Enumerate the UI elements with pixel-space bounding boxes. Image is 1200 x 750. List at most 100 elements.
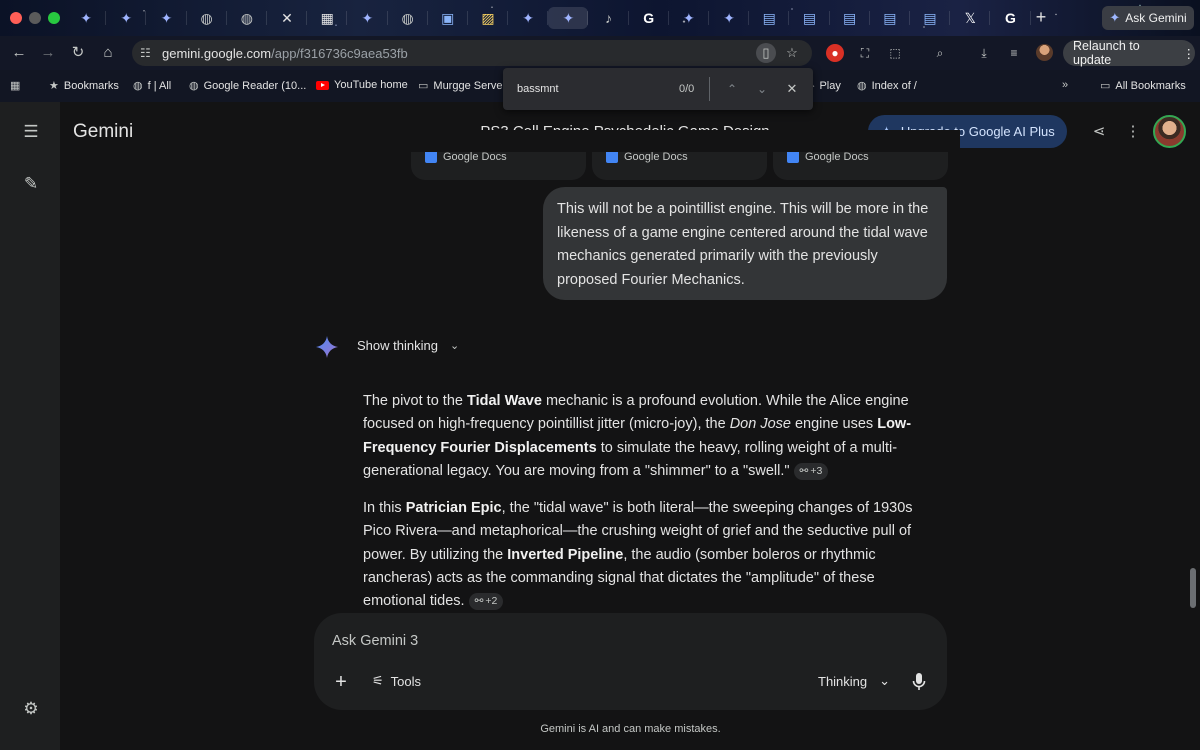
find-next-icon[interactable]: ⌄ [753,80,771,98]
extensions-puzzle-icon[interactable]: ⬚ [886,44,904,62]
docs-tab-icon[interactable]: ▤ [749,7,790,29]
find-close-icon[interactable]: ✕ [783,80,801,98]
screenshot-extension-icon[interactable]: ⛶ [856,44,874,62]
menu-icon[interactable]: ☰ [20,121,42,143]
settings-gear-icon[interactable]: ⚙ [20,698,42,720]
yellow-app-tab-icon[interactable]: ▨ [468,7,509,29]
docs-tab-icon[interactable]: ▤ [870,7,911,29]
reload-icon[interactable]: ↻ [68,43,88,63]
globe-icon: ◍ [133,80,143,92]
find-count: 0/0 [679,83,695,95]
gemini-tab-icon[interactable]: ✦ [347,7,388,29]
response-paragraph: In this Patrician Epic, the "tidal wave"… [363,500,913,611]
minimize-window-button[interactable] [29,12,41,24]
bookmark-item[interactable]: ◍ Google Reader (10... [189,79,306,93]
close-tab-icon[interactable]: ✕ [267,7,308,29]
chevron-down-icon: ⌄ [449,340,460,352]
tools-sliders-icon: ⚟ [372,673,384,688]
bookmark-item[interactable]: ★ Bookmarks [49,79,119,93]
grid-tab-icon[interactable]: ▦ [307,7,348,29]
new-tab-button[interactable]: + [1030,7,1052,29]
scrollbar-thumb[interactable] [1190,568,1196,608]
tools-button[interactable]: ⚟ Tools [372,673,421,689]
ask-gemini-button[interactable]: ✦ Ask Gemini [1102,6,1194,30]
gemini-tab-icon[interactable]: ✦ [508,7,549,29]
bookmark-overflow-icon[interactable]: » [1062,79,1068,91]
show-thinking-toggle[interactable]: Show thinking ⌄ [357,338,459,353]
apps-grid-icon[interactable]: ▦ [10,79,20,92]
audio-tab-icon[interactable]: ♪ [588,7,629,29]
prompt-composer: + ⚟ Tools Thinking ⌄ [314,613,947,710]
show-thinking-label: Show thinking [357,338,438,353]
google-tab-icon[interactable]: G [990,7,1031,29]
docs-tab-icon[interactable]: ▤ [910,7,951,29]
profile-avatar-small[interactable] [1036,44,1053,61]
x-tab-icon[interactable]: 𝕏 [950,7,991,29]
all-bookmarks-folder[interactable]: ▭ All Bookmarks [1100,79,1186,93]
globe-tab-icon[interactable]: ◍ [227,7,268,29]
account-avatar[interactable] [1153,115,1186,148]
gemini-tab-icon[interactable]: ✦ [146,7,187,29]
gemini-tab-icon[interactable]: ✦ [66,7,107,29]
find-divider [709,77,710,101]
gemini-sidebar: ☰ ✎ ⚙ [0,102,60,750]
more-vert-icon[interactable]: ⋮ [1123,122,1143,142]
gemini-logo-icon [316,336,338,358]
extension-red-icon[interactable]: ● [826,44,844,62]
response-paragraph: The pivot to the Tidal Wave mechanic is … [363,393,912,480]
gemini-tab-icon[interactable]: ✦ [106,7,147,29]
user-message-bubble: This will not be a pointillist engine. T… [543,187,947,300]
app-tab-icon[interactable]: ▣ [428,7,469,29]
link-icon: ⚯ [474,595,484,608]
new-chat-icon[interactable]: ✎ [20,173,42,195]
bookmark-star-icon[interactable]: ☆ [782,43,802,63]
gemini-tab-icon[interactable]: ✦ [709,7,750,29]
download-icon[interactable]: ⤓ [975,44,993,62]
youtube-icon [316,80,329,90]
share-icon[interactable]: ⋖ [1089,122,1109,142]
mode-label: Thinking [818,673,868,689]
folder-icon: ▭ [418,80,429,92]
add-attachment-plus-icon[interactable]: + [330,671,352,693]
home-icon[interactable]: ⌂ [98,43,118,63]
close-window-button[interactable] [10,12,22,24]
globe-tab-icon[interactable]: ◍ [187,7,227,29]
bookmark-item[interactable]: ◍ f | All [133,79,171,93]
address-bar[interactable]: ☷ gemini.google.com/app/f316736c9aea53fb… [132,40,812,66]
citation-chip[interactable]: ⚯ +2 [468,593,504,611]
find-previous-icon[interactable]: ⌃ [723,80,741,98]
docs-tab-icon[interactable]: ▤ [830,7,870,29]
tab-search-icon[interactable]: ⌕ [931,44,949,62]
browser-tab-strip: ✦ ✦ ✦ ◍ ◍ ✕ ▦ ✦ ◍ ▣ ▨ ✦ ✦ ♪ G ✦ ✦ ▤ ▤ ▤ … [0,0,1200,36]
site-info-icon[interactable]: ☷ [140,46,158,60]
gemini-tab-icon-active[interactable]: ✦ [548,7,589,29]
bookmark-item[interactable]: YouTube home [316,79,408,91]
page-info-icon[interactable]: ▯ [756,43,776,63]
more-vert-icon: ⋮ [1182,46,1196,61]
google-tab-icon[interactable]: G [629,7,670,29]
microphone-icon[interactable] [911,672,927,692]
back-arrow-icon[interactable]: ← [9,43,29,63]
gemini-spark-icon: ✦ [1109,10,1121,25]
globe-tab-icon[interactable]: ◍ [388,7,428,29]
forward-arrow-icon[interactable]: → [38,43,58,63]
relaunch-button[interactable]: Relaunch to update ⋮ [1063,39,1196,67]
folder-icon: ▭ [1100,80,1111,92]
citation-chip[interactable]: ⚯ +3 [793,462,829,480]
ask-gemini-label: Ask Gemini [1125,11,1187,25]
url-text[interactable]: gemini.google.com/app/f316736c9aea53fb [162,46,408,61]
header-mask [400,130,960,152]
docs-tab-icon[interactable]: ▤ [789,7,830,29]
globe-icon: ◍ [857,80,867,92]
zoom-window-button[interactable] [48,12,60,24]
find-input[interactable]: bassmnt [517,83,559,95]
bookmark-folder[interactable]: ▭ Murgge Serve [418,79,503,93]
star-icon: ★ [49,80,59,92]
media-control-icon[interactable]: ≡ [1005,44,1023,62]
globe-icon: ◍ [189,80,199,92]
bookmark-item[interactable]: ◍ Index of / [857,79,917,93]
model-mode-selector[interactable]: Thinking ⌄ [818,673,890,689]
gemini-tab-icon[interactable]: ✦ [669,7,710,29]
browser-toolbar: ← → ↻ ⌂ ☷ gemini.google.com/app/f316736c… [0,36,1200,70]
prompt-input[interactable] [332,630,832,652]
